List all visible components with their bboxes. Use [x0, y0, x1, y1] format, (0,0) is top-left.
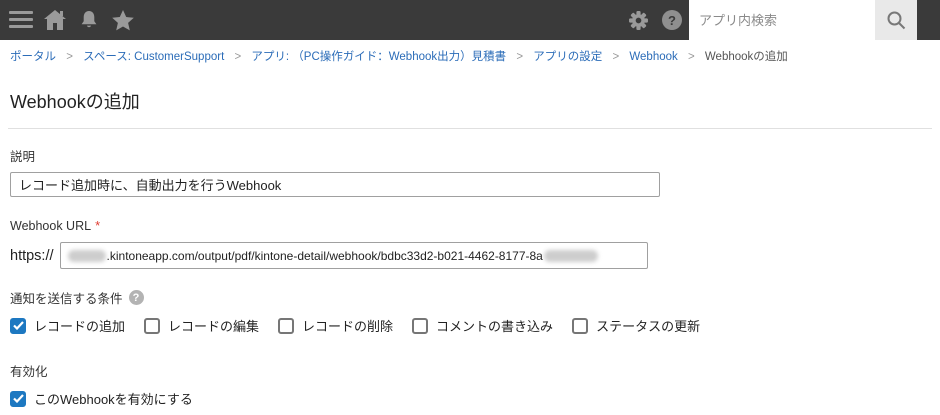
required-asterisk: *	[95, 218, 101, 233]
bell-icon	[81, 10, 97, 27]
description-input[interactable]	[10, 172, 660, 197]
breadcrumb-separator: >	[66, 51, 73, 63]
breadcrumb-current: Webhookの追加	[704, 51, 788, 63]
title-divider	[8, 128, 932, 129]
description-label: 説明	[10, 150, 36, 164]
checkbox-label: ステータスの更新	[596, 319, 701, 334]
checkbox-box	[10, 390, 26, 407]
checkbox-label: レコードの編集	[168, 319, 260, 334]
check-icon	[12, 321, 24, 330]
breadcrumb-separator: >	[612, 51, 620, 63]
checkbox-label: レコードの追加	[34, 319, 126, 334]
star-icon	[112, 9, 134, 30]
hamburger-menu-button[interactable]	[4, 0, 38, 40]
conditions-help-icon[interactable]: ?	[128, 290, 144, 305]
home-icon	[44, 10, 66, 30]
breadcrumb-link-space[interactable]: スペース: CustomerSupport	[83, 51, 224, 63]
breadcrumb-link-app[interactable]: アプリ: （PC操作ガイド：Webhook出力）見積書	[251, 51, 506, 63]
help-icon: ?	[662, 10, 682, 30]
enable-label: 有効化	[10, 365, 48, 379]
topbar: ?	[0, 0, 940, 40]
enable-checkbox-row: このWebhookを有効にする	[10, 389, 940, 408]
checkbox-record-add[interactable]: レコードの追加	[10, 316, 125, 335]
conditions-checkbox-row: レコードの追加 レコードの編集 レコードの削除 コメントの書き込み ステータスの…	[10, 316, 940, 335]
checkbox-box	[278, 317, 295, 334]
checkbox-record-delete[interactable]: レコードの削除	[278, 316, 393, 335]
webhook-form: 説明 Webhook URL* https:// .kintoneapp.com…	[0, 146, 940, 408]
home-button[interactable]	[38, 0, 72, 40]
settings-button[interactable]	[621, 0, 655, 40]
breadcrumb-separator: >	[234, 51, 242, 63]
url-scheme-text: https://	[10, 247, 54, 264]
webhook-url-label-text: Webhook URL	[10, 219, 92, 233]
help-button[interactable]: ?	[655, 0, 689, 40]
checkbox-box	[572, 317, 589, 334]
app-search	[689, 0, 917, 40]
checkbox-comment-post[interactable]: コメントの書き込み	[412, 316, 553, 335]
breadcrumb-separator: >	[516, 51, 524, 63]
checkbox-record-edit[interactable]: レコードの編集	[144, 316, 259, 335]
checkbox-box	[412, 317, 429, 334]
conditions-label: 通知を送信する条件	[10, 292, 123, 306]
webhook-url-label: Webhook URL *	[10, 218, 940, 233]
notifications-button[interactable]	[72, 0, 106, 40]
checkbox-enable-webhook[interactable]: このWebhookを有効にする	[10, 389, 193, 408]
checkbox-label: コメントの書き込み	[436, 319, 554, 334]
breadcrumb-link-webhook[interactable]: Webhook	[629, 51, 677, 63]
search-icon	[887, 11, 906, 30]
hamburger-icon	[9, 11, 33, 28]
checkbox-label: レコードの削除	[302, 319, 394, 334]
redacted-url-suffix	[543, 249, 598, 262]
search-button[interactable]	[875, 0, 917, 40]
breadcrumb-link-portal[interactable]: ポータル	[10, 51, 56, 63]
checkbox-status-update[interactable]: ステータスの更新	[572, 316, 700, 335]
page-title: Webhookの追加	[10, 92, 140, 112]
webhook-url-visible-text: .kintoneapp.com/output/pdf/kintone-detai…	[106, 248, 543, 263]
breadcrumb: ポータル > スペース: CustomerSupport > アプリ: （PC操…	[0, 40, 940, 71]
checkbox-label: このWebhookを有効にする	[34, 392, 193, 407]
breadcrumb-link-app-settings[interactable]: アプリの設定	[533, 51, 602, 63]
breadcrumb-separator: >	[687, 51, 695, 63]
webhook-url-input[interactable]: .kintoneapp.com/output/pdf/kintone-detai…	[59, 242, 648, 269]
webhook-url-row: https:// .kintoneapp.com/output/pdf/kint…	[10, 242, 940, 269]
redacted-subdomain	[67, 249, 106, 262]
checkbox-box	[10, 317, 26, 334]
conditions-label-row: 通知を送信する条件 ?	[10, 288, 940, 307]
gear-icon	[628, 10, 648, 30]
check-icon	[12, 394, 24, 403]
checkbox-box	[144, 317, 161, 334]
app-search-input[interactable]	[689, 0, 875, 40]
favorites-button[interactable]	[106, 0, 140, 40]
